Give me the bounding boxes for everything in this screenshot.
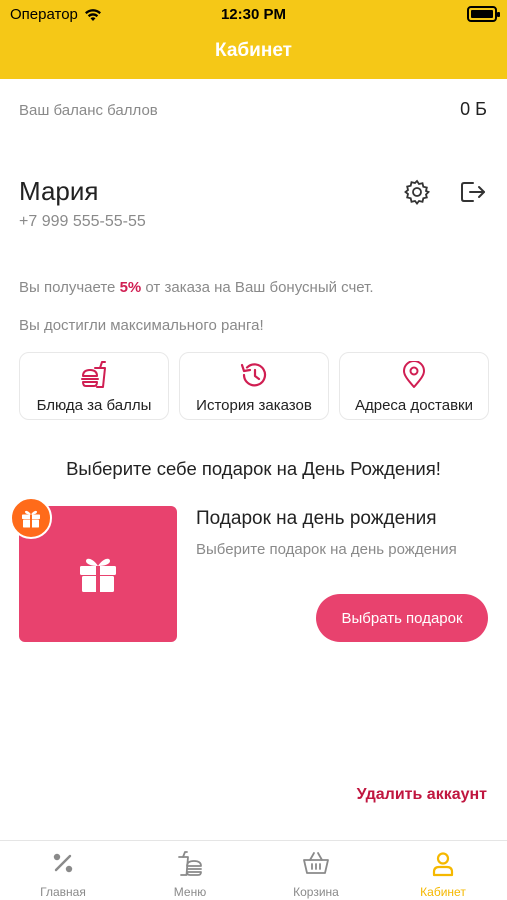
- choose-gift-button[interactable]: Выбрать подарок: [316, 594, 488, 642]
- tab-account[interactable]: Кабинет: [380, 841, 506, 900]
- card-order-history-label: История заказов: [196, 397, 312, 414]
- history-icon: [240, 363, 267, 387]
- bonus-suffix: от заказа на Ваш бонусный счет.: [141, 279, 374, 296]
- user-icon: [432, 852, 454, 877]
- gear-icon: [404, 179, 430, 205]
- menu-icon: [178, 851, 202, 876]
- status-bar: Оператор 12:30 PM: [0, 0, 507, 30]
- user-phone: +7 999 555-55-55: [19, 213, 146, 230]
- bonus-prefix: Вы получаете: [19, 279, 120, 296]
- percent-icon: [53, 853, 73, 873]
- tab-cart-label: Корзина: [293, 885, 339, 899]
- bonus-percent-text: Вы получаете 5% от заказа на Ваш бонусны…: [19, 279, 374, 296]
- logout-icon: [461, 182, 485, 202]
- balance-value: 0 Б: [460, 99, 487, 119]
- card-delivery-addresses[interactable]: Адреса доставки: [339, 352, 489, 420]
- tab-menu[interactable]: Меню: [127, 841, 253, 900]
- bonus-percent: 5%: [119, 279, 142, 296]
- card-delivery-addresses-label: Адреса доставки: [354, 397, 473, 414]
- account-screen: Оператор 12:30 PM Кабинет Ваш баланс бал…: [0, 0, 507, 900]
- birthday-heading: Выберите себе подарок на День Рождения!: [66, 458, 441, 479]
- gift-badge: [10, 497, 52, 539]
- header-bar: Оператор 12:30 PM Кабинет: [0, 0, 507, 79]
- status-time: 12:30 PM: [220, 6, 287, 23]
- card-points-dishes-label: Блюда за баллы: [36, 397, 152, 414]
- card-points-dishes[interactable]: Блюда за баллы: [19, 352, 169, 420]
- balance-label: Ваш баланс баллов: [19, 102, 158, 119]
- tab-menu-label: Меню: [173, 885, 207, 899]
- settings-button[interactable]: [402, 177, 432, 207]
- card-order-history[interactable]: История заказов: [179, 352, 329, 420]
- user-name: Мария: [19, 176, 99, 206]
- food-icon: [81, 361, 106, 388]
- tab-home[interactable]: Главная: [0, 841, 126, 900]
- tab-bar: Главная Меню Корзина Кабинет: [0, 840, 507, 900]
- page-title: Кабинет: [215, 40, 292, 61]
- delete-account-link[interactable]: Удалить аккаунт: [357, 786, 487, 804]
- tab-cart[interactable]: Корзина: [253, 841, 379, 900]
- gift-icon: [80, 558, 116, 592]
- tab-account-label: Кабинет: [420, 885, 466, 899]
- rank-text: Вы достигли максимального ранга!: [19, 317, 264, 334]
- tab-home-label: Главная: [40, 885, 86, 899]
- location-pin-icon: [403, 361, 425, 388]
- gift-subtitle: Выберите подарок на день рождения: [196, 541, 457, 558]
- basket-icon: [303, 852, 329, 874]
- logout-button[interactable]: [458, 177, 488, 207]
- battery-icon: [467, 6, 500, 22]
- gift-title: Подарок на день рождения: [196, 508, 437, 529]
- gift-badge-icon: [22, 510, 40, 527]
